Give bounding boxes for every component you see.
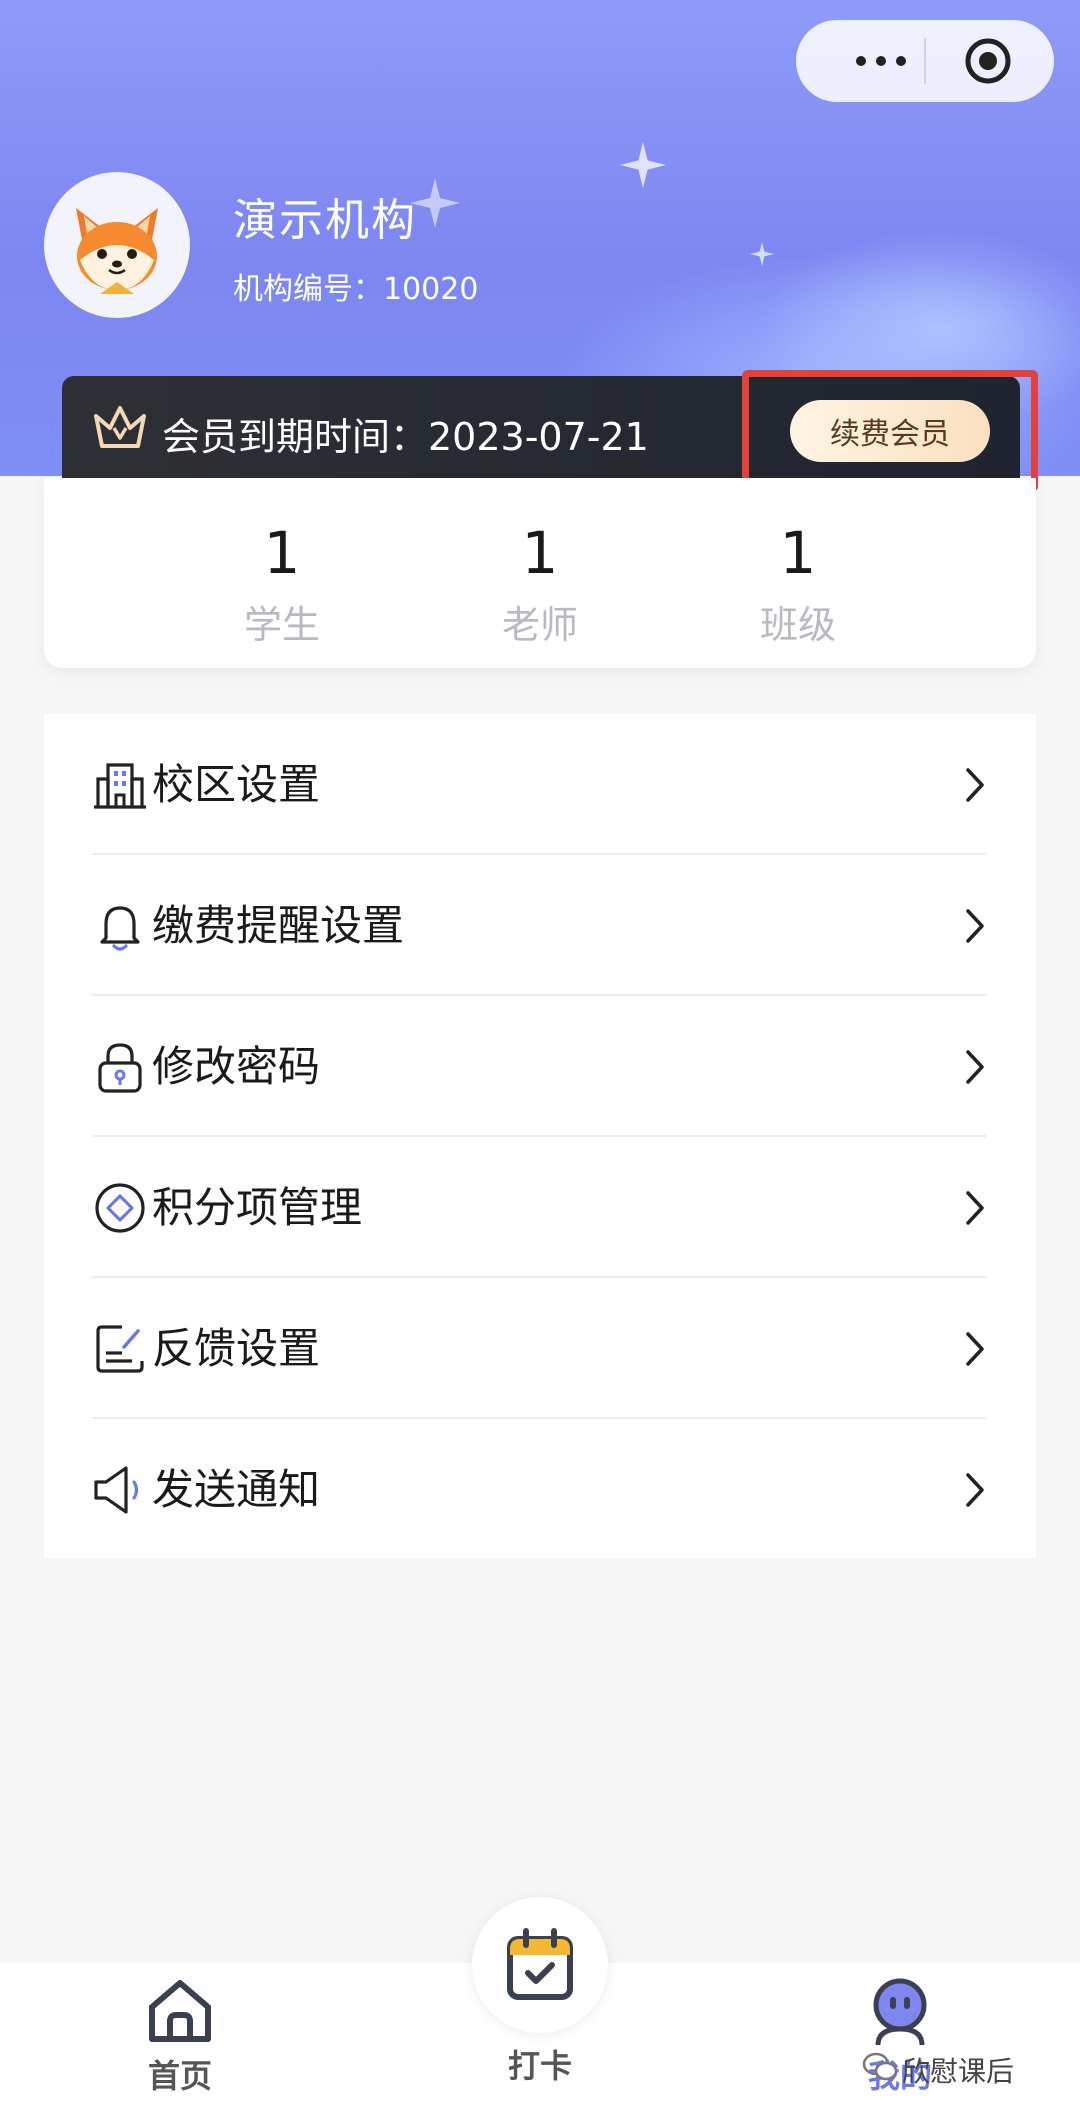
menu-item-payment-reminder[interactable]: 缴费提醒设置 xyxy=(44,855,1036,996)
menu-item-label: 校区设置 xyxy=(152,760,321,809)
stat-value: 1 xyxy=(263,519,301,587)
stat-value: 1 xyxy=(779,519,817,587)
watermark-text: 欣慰课后 xyxy=(902,2055,1015,2088)
stat-teachers[interactable]: 1 老师 xyxy=(420,518,660,649)
lock-icon xyxy=(98,1043,142,1093)
close-target-icon[interactable] xyxy=(962,35,1014,87)
feedback-edit-icon xyxy=(96,1325,144,1373)
chevron-right-icon xyxy=(966,1473,984,1507)
membership-expire-text: 会员到期时间：2023-07-21 xyxy=(162,415,649,459)
app-page: 演示机构 机构编号：10020 会员到期时间：2023-07-21 续费会员 1… xyxy=(0,0,1080,2123)
stat-value: 1 xyxy=(521,519,559,587)
menu-item-feedback-settings[interactable]: 反馈设置 xyxy=(44,1278,1036,1419)
chevron-right-icon xyxy=(966,1332,984,1366)
home-icon xyxy=(149,1980,211,2042)
bell-icon xyxy=(100,906,140,951)
stat-classes[interactable]: 1 班级 xyxy=(678,518,918,649)
sparkle-icon xyxy=(410,178,460,228)
chevron-right-icon xyxy=(966,1050,984,1084)
miniprogram-capsule xyxy=(796,20,1054,102)
menu-item-label: 积分项管理 xyxy=(152,1183,363,1232)
org-code: 机构编号：10020 xyxy=(233,272,479,307)
chevron-right-icon xyxy=(966,1191,984,1225)
building-icon xyxy=(94,763,146,809)
stat-label: 老师 xyxy=(501,603,578,647)
menu-item-label: 反馈设置 xyxy=(152,1324,321,1373)
menu-item-label: 修改密码 xyxy=(152,1042,321,1091)
calendar-check-icon xyxy=(507,1928,573,2000)
menu-item-label: 缴费提醒设置 xyxy=(152,901,405,950)
menu-item-points-management[interactable]: 积分项管理 xyxy=(44,1137,1036,1278)
stat-label: 学生 xyxy=(243,603,320,647)
chevron-right-icon xyxy=(966,909,984,943)
stats-card: 1 学生 1 老师 1 班级 xyxy=(44,478,1036,668)
sparkle-icon xyxy=(750,242,774,266)
renew-membership-button[interactable]: 续费会员 xyxy=(790,400,990,462)
settings-menu: 校区设置 缴费提醒设置 修改密码 积分项管理 反馈设置 发送通知 xyxy=(44,714,1036,1558)
stat-label: 班级 xyxy=(759,603,836,647)
tab-home[interactable]: 首页 xyxy=(130,1975,230,2097)
robot-avatar-icon xyxy=(873,1978,927,2046)
crown-icon xyxy=(94,406,146,448)
tab-label: 首页 xyxy=(147,2057,212,2095)
tab-label: 打卡 xyxy=(507,2047,572,2085)
sparkle-icon xyxy=(620,142,666,188)
checkin-button[interactable] xyxy=(472,1897,608,2033)
speaker-icon xyxy=(94,1466,139,1514)
avatar[interactable] xyxy=(44,172,190,318)
tab-checkin-label-wrap[interactable]: 打卡 xyxy=(490,2041,590,2087)
chevron-right-icon xyxy=(966,768,984,802)
fox-mascot-icon xyxy=(76,208,158,294)
menu-item-send-notification[interactable]: 发送通知 xyxy=(44,1419,1036,1560)
org-name: 演示机构 xyxy=(233,195,417,246)
diamond-badge-icon xyxy=(95,1183,145,1233)
capsule-divider xyxy=(924,38,926,84)
stat-students[interactable]: 1 学生 xyxy=(162,518,402,649)
menu-item-label: 发送通知 xyxy=(152,1465,321,1514)
wechat-icon xyxy=(862,2052,898,2081)
menu-item-change-password[interactable]: 修改密码 xyxy=(44,996,1036,1137)
menu-item-campus-settings[interactable]: 校区设置 xyxy=(44,714,1036,855)
more-menu-button[interactable] xyxy=(836,20,926,102)
